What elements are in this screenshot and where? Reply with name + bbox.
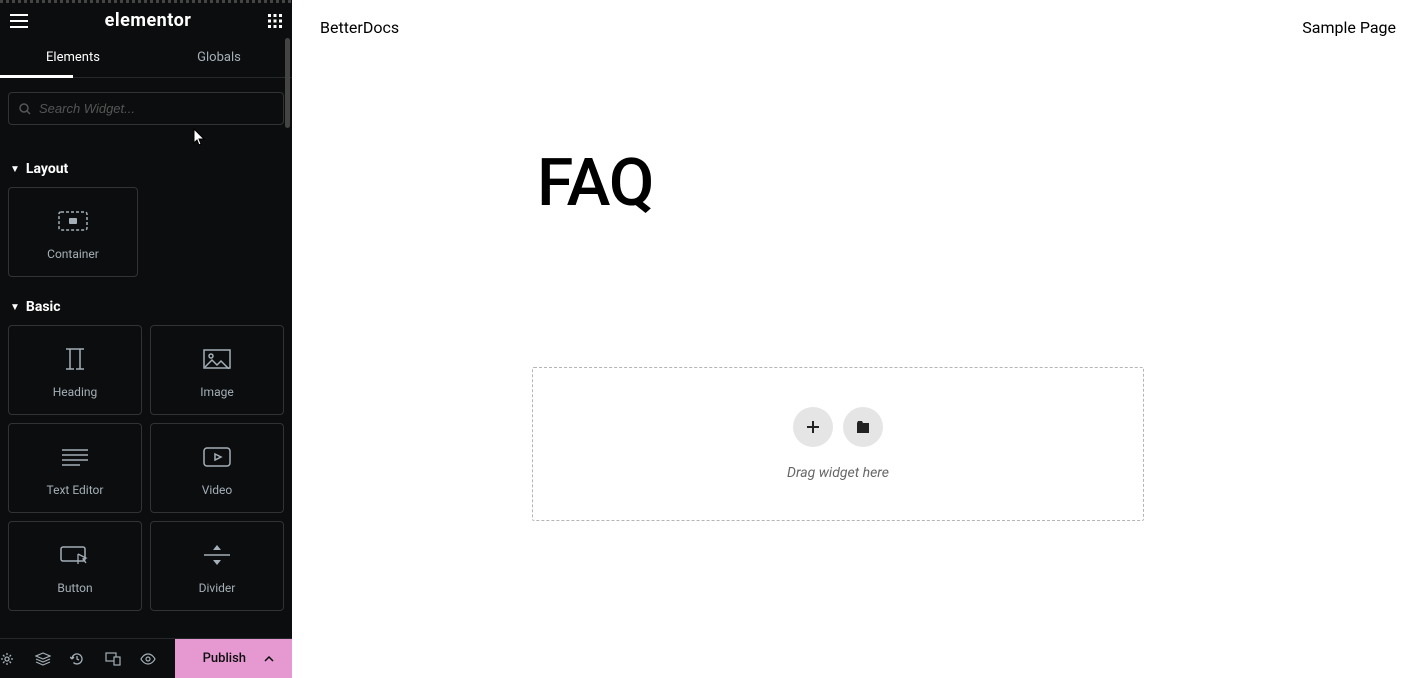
- widget-video[interactable]: Video: [150, 423, 284, 513]
- widget-button[interactable]: Button: [8, 521, 142, 611]
- sidebar: elementor Elements Globals ▼ Lay: [0, 0, 292, 678]
- widget-image[interactable]: Image: [150, 325, 284, 415]
- add-section-button[interactable]: [793, 407, 833, 447]
- widget-heading[interactable]: Heading: [8, 325, 142, 415]
- widget-divider[interactable]: Divider: [150, 521, 284, 611]
- responsive-icon[interactable]: [105, 652, 140, 666]
- category-basic[interactable]: ▼ Basic: [8, 295, 284, 325]
- widget-label: Heading: [53, 385, 98, 399]
- site-header: BetterDocs Sample Page: [292, 0, 1424, 55]
- widget-label: Image: [200, 385, 233, 399]
- widget-label: Video: [202, 483, 233, 497]
- chevron-up-icon[interactable]: [264, 656, 274, 662]
- tab-globals[interactable]: Globals: [146, 38, 292, 77]
- settings-icon[interactable]: [0, 652, 35, 666]
- tab-elements[interactable]: Elements: [0, 38, 146, 77]
- page-title: FAQ: [537, 145, 1179, 222]
- publish-label: Publish: [203, 651, 246, 666]
- search-icon: [19, 103, 31, 115]
- drop-hint: Drag widget here: [787, 465, 889, 481]
- panel-tabs: Elements Globals: [0, 38, 292, 78]
- video-icon: [203, 443, 231, 471]
- widget-label: Text Editor: [47, 483, 104, 497]
- add-template-button[interactable]: [843, 407, 883, 447]
- widget-container[interactable]: Container: [8, 187, 138, 277]
- text-editor-icon: [62, 443, 88, 471]
- apps-icon[interactable]: [268, 14, 282, 28]
- nav-link-sample-page[interactable]: Sample Page: [1302, 18, 1396, 37]
- preview-icon[interactable]: [140, 653, 175, 665]
- logo: elementor: [105, 10, 192, 31]
- category-title: Basic: [26, 299, 61, 315]
- widget-label: Container: [47, 247, 99, 261]
- panel-header: elementor: [0, 3, 292, 38]
- drop-zone[interactable]: Drag widget here: [532, 367, 1144, 521]
- preview-canvas[interactable]: BetterDocs Sample Page FAQ Drag widget h…: [292, 0, 1424, 678]
- caret-down-icon: ▼: [10, 302, 20, 313]
- navigator-icon[interactable]: [35, 652, 70, 666]
- button-icon: [60, 541, 90, 569]
- category-layout[interactable]: ▼ Layout: [8, 157, 284, 187]
- image-icon: [203, 345, 231, 373]
- bottom-bar: Publish: [0, 638, 292, 678]
- search-input[interactable]: [8, 92, 284, 125]
- widget-label: Divider: [199, 581, 236, 595]
- search-field[interactable]: [39, 101, 273, 116]
- heading-icon: [62, 345, 88, 373]
- history-icon[interactable]: [70, 652, 105, 666]
- widget-label: Button: [57, 581, 92, 595]
- scrollbar[interactable]: [285, 38, 290, 128]
- container-icon: [58, 207, 88, 235]
- nav-link-betterdocs[interactable]: BetterDocs: [320, 18, 399, 37]
- category-title: Layout: [26, 161, 68, 177]
- widget-panel: ▼ Layout Container ▼ Basic: [0, 139, 292, 638]
- widget-text-editor[interactable]: Text Editor: [8, 423, 142, 513]
- menu-icon[interactable]: [10, 14, 28, 28]
- publish-button[interactable]: Publish: [175, 639, 292, 678]
- divider-icon: [204, 541, 230, 569]
- caret-down-icon: ▼: [10, 164, 20, 175]
